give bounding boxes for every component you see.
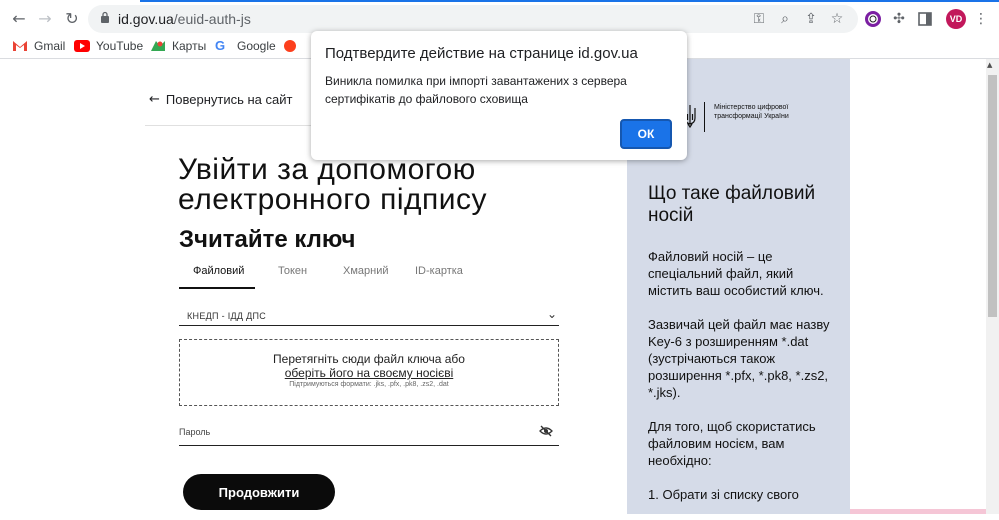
chevron-down-icon: ⌄ (546, 307, 557, 321)
scrollbar-thumb[interactable] (988, 75, 997, 317)
info-title: Що таке файловий носій (648, 183, 816, 226)
menu-kebab-icon[interactable]: ⋮ (972, 10, 990, 28)
youtube-icon (74, 40, 90, 52)
dialog-title: Подтвердите действие на странице id.gov.… (325, 45, 638, 62)
tab-id-card[interactable]: ID-картка (415, 265, 463, 277)
ministry-logo: Міністерство цифрової трансформації Укра… (684, 102, 824, 142)
reload-icon[interactable]: ↻ (61, 7, 83, 29)
bookmark-yandex[interactable]: Я (284, 38, 302, 54)
zoom-icon[interactable]: ⌕ (776, 10, 794, 28)
key-type-tabs: Файловий Токен Хмарний ID-картка (179, 265, 559, 287)
bookmark-gmail[interactable]: Gmail (12, 38, 65, 54)
page-title: Увійти за допомогою електронного підпису (178, 153, 487, 216)
tab-cloud[interactable]: Хмарний (343, 265, 389, 277)
arrow-left-icon: ← (149, 92, 160, 107)
tab-file[interactable]: Файловий (193, 265, 244, 277)
google-icon: G (215, 38, 226, 53)
bookmark-maps[interactable]: Карты (150, 38, 206, 54)
password-field[interactable]: Пароль (179, 423, 559, 446)
key-icon[interactable]: ⚿ (750, 10, 768, 28)
eye-off-icon[interactable] (539, 425, 553, 437)
side-panel-icon[interactable] (916, 10, 934, 28)
info-text: Файловий носій – це спеціальний файл, як… (648, 249, 830, 502)
back-to-site-link[interactable]: ← Повернутись на сайт (149, 92, 292, 107)
scroll-up-arrow-icon[interactable]: ▲ (987, 61, 992, 69)
continue-button[interactable]: Продовжити (183, 474, 335, 510)
section-title: Зчитайте ключ (179, 226, 356, 253)
bookmark-google[interactable]: G Google (215, 38, 276, 54)
bookmark-star-icon[interactable]: ☆ (828, 10, 846, 28)
lock-icon[interactable] (100, 11, 110, 23)
ok-button[interactable]: ОК (620, 119, 672, 149)
gmail-icon (13, 41, 27, 51)
choose-file-link[interactable]: оберіть його на своєму носієві (180, 366, 558, 380)
extensions-puzzle-icon[interactable]: ✣ (890, 10, 908, 28)
tab-token[interactable]: Токен (278, 265, 307, 277)
dialog-message: Виникла помилка при імпорті завантажених… (325, 74, 627, 106)
alert-dialog: Подтвердите действие на странице id.gov.… (311, 31, 687, 160)
browser-toolbar: ← → ↻ id.gov.ua/euid-auth-js ⚿ ⌕ ⇪ ☆ ✣ V… (0, 2, 999, 34)
bookmark-youtube[interactable]: YouTube (74, 38, 143, 54)
profile-avatar[interactable]: VD (946, 9, 966, 29)
ca-select[interactable]: КНЕДП - ІДД ДПС ⌄ (179, 307, 559, 326)
back-arrow-icon[interactable]: ← (8, 7, 30, 29)
yandex-icon (284, 40, 296, 52)
key-file-dropzone[interactable]: Перетягніть сюди файл ключа або оберіть … (179, 339, 559, 406)
active-tab-indicator (179, 287, 255, 289)
url-text: id.gov.ua/euid-auth-js (118, 11, 251, 27)
color-extension-icon[interactable] (864, 10, 882, 28)
supported-formats: Підтримуються формати: .jks, .pfx, .pk8,… (289, 381, 449, 388)
share-icon[interactable]: ⇪ (802, 10, 820, 28)
forward-arrow-icon[interactable]: → (34, 7, 56, 29)
maps-icon (151, 41, 165, 51)
address-bar[interactable]: id.gov.ua/euid-auth-js ⚿ ⌕ ⇪ ☆ (88, 5, 858, 33)
